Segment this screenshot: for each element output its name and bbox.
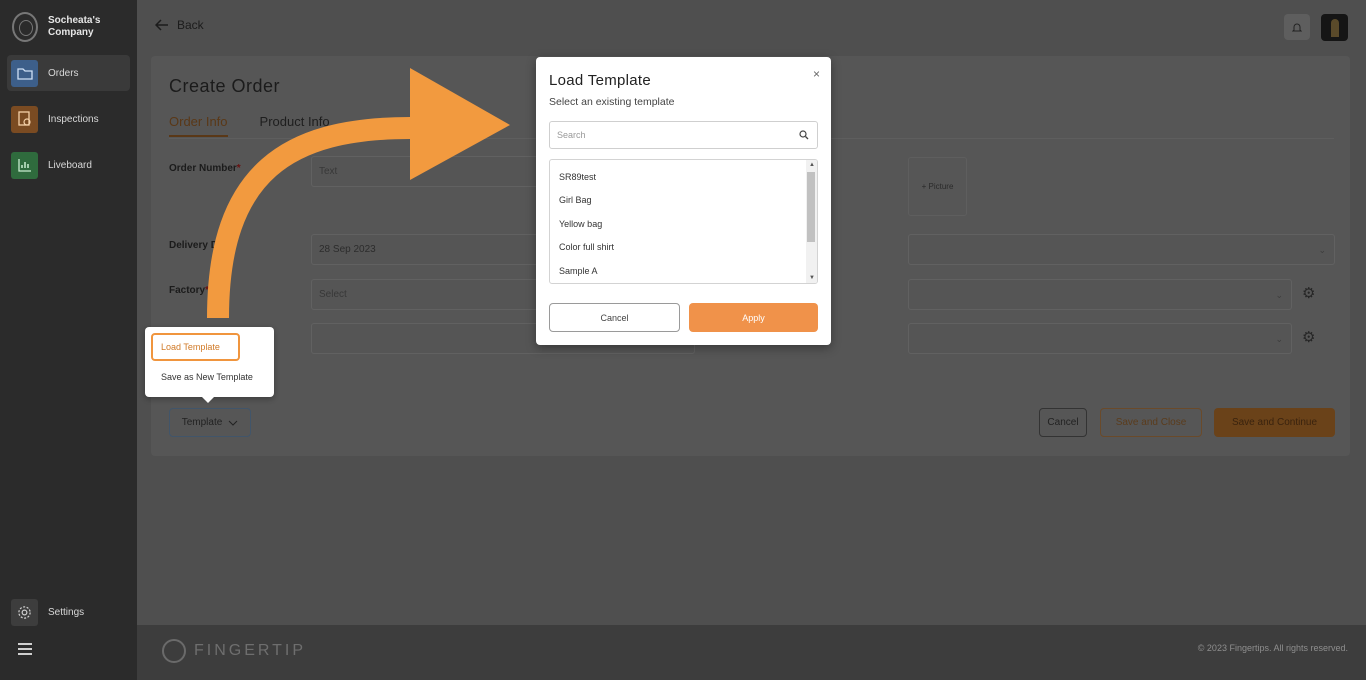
arrow-left-icon	[155, 19, 168, 31]
template-button-label: Template	[181, 417, 223, 428]
factory-label: Factory*	[169, 285, 210, 296]
tabs: Order Info Product Info	[169, 114, 362, 137]
fingertip-logo-icon	[162, 639, 186, 663]
sidebar-item-liveboard[interactable]: Liveboard	[7, 147, 130, 183]
apply-button[interactable]: Apply	[689, 303, 818, 332]
folder-icon	[11, 59, 38, 87]
collapse-menu-icon[interactable]	[18, 643, 32, 655]
list-item[interactable]: SR89test	[550, 165, 817, 188]
list-item[interactable]: Color full shirt	[550, 235, 817, 258]
notification-bell-icon[interactable]	[1284, 14, 1310, 40]
settings-label: Settings	[48, 607, 85, 618]
copyright: © 2023 Fingertips. All rights reserved.	[1197, 643, 1348, 653]
scroll-up-icon[interactable]: ▲	[809, 162, 815, 168]
page-title: Create Order	[169, 76, 281, 96]
save-and-continue-button[interactable]: Save and Continue	[1214, 408, 1335, 437]
scrollbar-thumb[interactable]	[807, 172, 815, 242]
add-picture-button[interactable]: + Picture	[908, 157, 967, 216]
sidebar-item-settings[interactable]: Settings	[11, 599, 84, 626]
modal-subtitle: Select an existing template	[549, 96, 675, 108]
brand[interactable]: Socheata's Company	[12, 12, 118, 42]
tab-product-info[interactable]: Product Info	[260, 114, 330, 137]
template-list: SR89test Girl Bag Yellow bag Color full …	[549, 159, 818, 284]
template-popover: Load Template Save as New Template	[145, 327, 274, 403]
search-placeholder: Search	[557, 130, 586, 140]
avatar[interactable]	[1321, 14, 1348, 41]
select-field-right-1[interactable]: ⌄	[908, 234, 1335, 265]
company-name: Socheata's Company	[48, 15, 101, 38]
gear-icon[interactable]: ⚙	[1302, 286, 1318, 302]
list-item[interactable]: Sample A	[550, 259, 817, 282]
chevron-down-icon	[228, 420, 238, 426]
save-as-new-template-option[interactable]: Save as New Template	[151, 366, 263, 388]
template-search-input[interactable]: Search	[549, 121, 818, 149]
load-template-modal: Load Template Select an existing templat…	[536, 57, 831, 345]
back-button[interactable]: Back	[155, 18, 204, 32]
delivery-date-label: Delivery Da	[169, 240, 224, 251]
topbar: Back	[137, 0, 1366, 52]
select-field-right-3[interactable]: ⌄	[908, 323, 1292, 354]
footer: FINGERTIP © 2023 Fingertips. All rights …	[137, 625, 1366, 680]
save-and-close-button[interactable]: Save and Close	[1100, 408, 1202, 437]
company-logo-icon	[12, 12, 38, 42]
inspection-icon	[11, 105, 38, 133]
sidebar: Socheata's Company Orders Inspections Li…	[0, 0, 137, 680]
sidebar-item-label: Orders	[48, 67, 79, 79]
list-item[interactable]: Girl Bag	[550, 188, 817, 211]
cancel-button[interactable]: Cancel	[1039, 408, 1087, 437]
scroll-down-icon[interactable]: ▼	[809, 275, 815, 281]
template-button[interactable]: Template	[169, 408, 251, 437]
gear-icon[interactable]: ⚙	[1302, 330, 1318, 346]
footer-logo: FINGERTIP	[162, 639, 306, 663]
back-label: Back	[177, 18, 204, 32]
select-field-right-2[interactable]: ⌄	[908, 279, 1292, 310]
search-icon	[799, 130, 809, 140]
order-number-label: Order Number*	[169, 163, 241, 174]
modal-cancel-button[interactable]: Cancel	[549, 303, 680, 332]
sidebar-item-orders[interactable]: Orders	[7, 55, 130, 91]
gear-icon	[11, 599, 38, 626]
sidebar-item-inspections[interactable]: Inspections	[7, 101, 130, 137]
load-template-option[interactable]: Load Template	[151, 333, 240, 361]
sidebar-nav: Orders Inspections Liveboard	[7, 55, 130, 193]
list-scrollbar[interactable]: ▲ ▼	[806, 160, 817, 283]
close-icon[interactable]: ×	[813, 67, 820, 81]
tab-order-info[interactable]: Order Info	[169, 114, 228, 137]
chart-icon	[11, 151, 38, 179]
sidebar-item-label: Inspections	[48, 113, 99, 125]
list-item[interactable]: Yellow bag	[550, 212, 817, 235]
modal-title: Load Template	[549, 72, 652, 89]
sidebar-item-label: Liveboard	[48, 159, 92, 171]
footer-logo-text: FINGERTIP	[194, 642, 307, 659]
